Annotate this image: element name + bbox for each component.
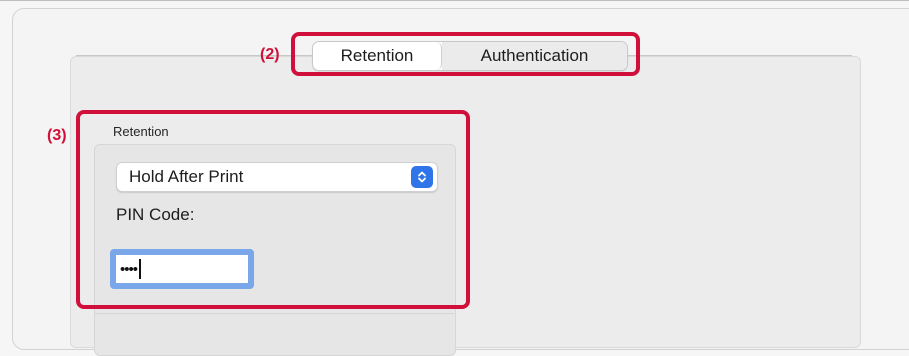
callout-box-tabs [291,32,640,76]
tab-divider-right [628,55,852,56]
callout-marker-3: (3) [47,127,67,144]
window-top-edge [0,0,909,1]
callout-marker-2: (2) [260,46,280,63]
callout-box-retention [76,110,470,309]
group-divider [94,313,454,314]
